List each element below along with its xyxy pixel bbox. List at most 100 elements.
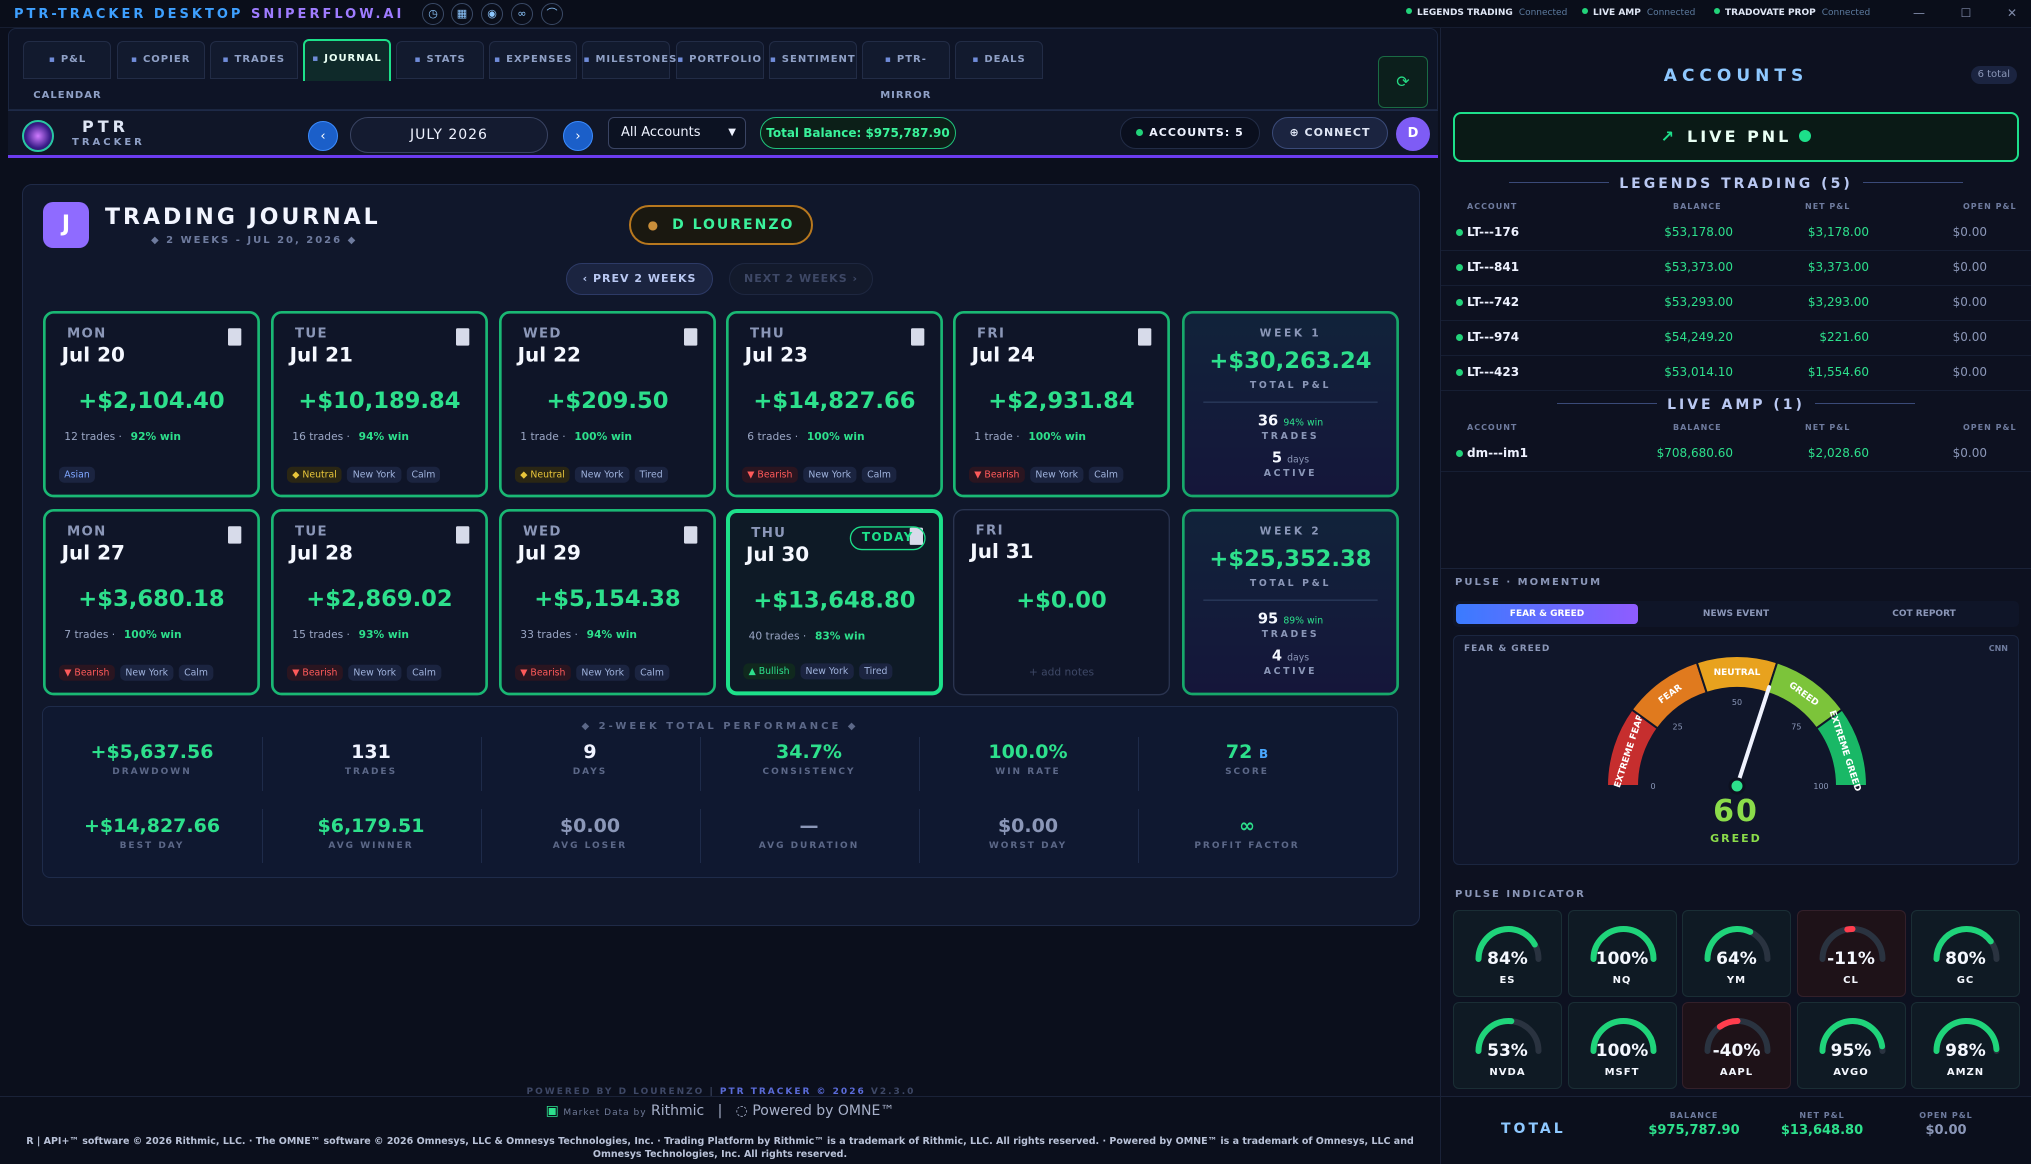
- pulse-indicator-amzn[interactable]: 98% AMZN: [1911, 1002, 2020, 1089]
- day-card[interactable]: MON Jul 20 +$2,104.40 12 trades · 92% win As…: [43, 311, 260, 498]
- minimize-icon[interactable]: —: [1911, 6, 1927, 22]
- tab-portfolio[interactable]: ▪ PORTFOLIO: [675, 41, 764, 79]
- tab-deals[interactable]: ▪ DEALS: [954, 41, 1043, 79]
- chart-icon[interactable]: ⌒: [541, 3, 563, 25]
- pulse-indicator-nq[interactable]: 100% NQ: [1567, 910, 1677, 997]
- tag-newyork: New York: [120, 664, 174, 681]
- day-card[interactable]: FRI Jul 24 +$2,931.84 1 trade · 100% win ▼ B…: [953, 311, 1170, 498]
- user-pill[interactable]: ● D LOURENZO: [629, 205, 813, 245]
- maximize-icon[interactable]: ☐: [1958, 6, 1974, 22]
- account-row[interactable]: LT---974 $54,249.20 $221.60 $0.00: [1441, 321, 2031, 356]
- accounts-total-row: TOTAL BALANCE $975,787.90 NET P&L $13,648.…: [1441, 1096, 2031, 1164]
- note-icon[interactable]: [684, 328, 698, 346]
- tab-stats[interactable]: ▪ STATS: [396, 41, 485, 79]
- connect-button[interactable]: ⊕ CONNECT: [1272, 117, 1388, 149]
- day-tags: ▼ Bearish New York Calm: [286, 655, 447, 681]
- day-card[interactable]: THU Jul 30 TODAY +$13,648.80 40 trades · 83%…: [726, 509, 943, 696]
- note-icon[interactable]: [684, 526, 698, 544]
- day-card[interactable]: TUE Jul 28 +$2,869.02 15 trades · 93% win ▼ …: [271, 509, 488, 696]
- perf-divider: [700, 737, 701, 791]
- tab-ptr-mirror[interactable]: ▪ PTR-MIRROR: [861, 41, 950, 101]
- week-days: 4 days: [1185, 647, 1397, 664]
- pulse-indicator-avgo[interactable]: 95% AVGO: [1796, 1002, 1906, 1089]
- tab-p-l-calendar[interactable]: ▪ P&L CALENDAR: [23, 41, 112, 101]
- status-dot: [1456, 450, 1463, 457]
- divider: [1862, 182, 1963, 183]
- day-of-week: THU: [751, 526, 787, 541]
- tag-tired: Tired: [858, 663, 893, 680]
- avatar[interactable]: D: [1396, 117, 1430, 151]
- tab-trades[interactable]: ▪ TRADES: [209, 41, 298, 79]
- day-card[interactable]: WED Jul 29 +$5,154.38 33 trades · 94% win ▼ …: [499, 509, 716, 696]
- eye-icon[interactable]: ◉: [481, 3, 503, 25]
- next-month-button[interactable]: ›: [563, 121, 593, 151]
- account-row[interactable]: LT---742 $53,293.00 $3,293.00 $0.00: [1441, 286, 2031, 321]
- indicator-value: 80%: [1945, 949, 1986, 969]
- day-card[interactable]: FRI Jul 31 +$0.00 + add notes: [953, 509, 1170, 696]
- account-net-pnl: $221.60: [1819, 330, 1869, 344]
- pulse-indicator-ym[interactable]: 64% YM: [1682, 910, 1791, 997]
- prev-2-weeks-button[interactable]: ‹ PREV 2 WEEKS: [566, 263, 713, 295]
- pulse-indicator-msft[interactable]: 100% MSFT: [1567, 1002, 1677, 1089]
- total-label: TOTAL: [1501, 1121, 1566, 1137]
- divider: [1557, 403, 1658, 404]
- tab-news-event[interactable]: NEWS EVENT: [1645, 604, 1827, 624]
- link-icon[interactable]: ∞: [511, 3, 533, 25]
- note-icon[interactable]: [1138, 328, 1152, 346]
- account-row[interactable]: LT---176 $53,178.00 $3,178.00 $0.00: [1441, 216, 2031, 251]
- add-notes-link[interactable]: + add notes: [954, 666, 1168, 678]
- tab-journal[interactable]: ▪ JOURNAL: [302, 39, 391, 81]
- account-select[interactable]: All Accounts ▼: [608, 117, 746, 149]
- performance-title: ◆ 2-WEEK TOTAL PERFORMANCE ◆: [581, 721, 859, 732]
- gauge-tick: 25: [1673, 723, 1683, 732]
- perf-value: ∞: [1138, 815, 1356, 837]
- perf-metric: — AVG DURATION: [700, 815, 918, 851]
- week-day-count: 5: [1271, 449, 1283, 467]
- pulse-indicator-gc[interactable]: 80% GC: [1911, 910, 2020, 997]
- tab-cot-report[interactable]: COT REPORT: [1833, 604, 2015, 624]
- note-icon[interactable]: [911, 328, 925, 346]
- column-header-open-p-l: OPEN P&L: [1963, 423, 2017, 432]
- day-card[interactable]: WED Jul 22 +$209.50 1 trade · 100% win ◆ Neu…: [499, 311, 716, 498]
- day-date: Jul 23: [744, 342, 808, 367]
- tab-fear-greed[interactable]: FEAR & GREED: [1456, 604, 1638, 624]
- pulse-indicator-nvda[interactable]: 53% NVDA: [1453, 1002, 1562, 1089]
- account-row[interactable]: LT---841 $53,373.00 $3,373.00 $0.00: [1441, 251, 2031, 286]
- account-row[interactable]: dm---im1 $708,680.60 $2,028.60 $0.00: [1441, 437, 2031, 472]
- day-pnl: +$2,869.02: [306, 586, 453, 613]
- note-icon[interactable]: [228, 526, 242, 544]
- day-card[interactable]: MON Jul 27 +$3,680.18 7 trades · 100% win ▼ …: [43, 509, 260, 696]
- perf-value: $0.00: [481, 815, 699, 837]
- note-icon[interactable]: [456, 328, 470, 346]
- tab-label: SENTIMENT: [781, 54, 856, 65]
- prev-month-button[interactable]: ‹: [308, 121, 338, 151]
- calendar-icon[interactable]: ▦: [451, 3, 473, 25]
- day-of-week: TUE: [294, 524, 328, 540]
- refresh-icon[interactable]: ⟳: [1378, 56, 1428, 108]
- tab-expenses[interactable]: ▪ EXPENSES: [489, 41, 578, 79]
- day-meta: 12 trades · 92% win: [64, 430, 181, 443]
- group-name: LEGENDS TRADING (5): [1619, 176, 1853, 192]
- day-tags: ◆ Neutral New York Calm: [286, 457, 446, 483]
- perf-label: WIN RATE: [995, 767, 1061, 777]
- pulse-indicator-aapl[interactable]: -40% AAPL: [1682, 1002, 1791, 1089]
- day-of-week: WED: [522, 524, 562, 540]
- tab-sentiment[interactable]: ▪ SENTIMENT: [768, 41, 857, 79]
- pulse-indicator-es[interactable]: 84% ES: [1453, 910, 1562, 997]
- tab-copier[interactable]: ▪ COPIER: [116, 41, 205, 79]
- today-badge: TODAY: [849, 526, 926, 551]
- account-row[interactable]: LT---423 $53,014.10 $1,554.60 $0.00: [1441, 356, 2031, 391]
- tab-milestones[interactable]: ▪ MILESTONES: [582, 41, 676, 79]
- day-card[interactable]: TUE Jul 21 +$10,189.84 16 trades · 94% win ◆…: [271, 311, 488, 498]
- day-card[interactable]: THU Jul 23 +$14,827.66 6 trades · 100% win ▼…: [726, 311, 943, 498]
- next-2-weeks-button[interactable]: NEXT 2 WEEKS ›: [729, 263, 873, 295]
- close-icon[interactable]: ✕: [2004, 6, 2020, 22]
- note-icon[interactable]: [228, 328, 242, 346]
- pulse-indicator-cl[interactable]: -11% CL: [1796, 910, 1906, 997]
- day-tags: ▼ Bearish New York Calm: [58, 655, 219, 681]
- tag-neutral: ◆ Neutral: [286, 466, 343, 483]
- clock-icon[interactable]: ◷: [422, 3, 444, 25]
- live-pnl-button[interactable]: ↗ LIVE PNL: [1453, 112, 2019, 162]
- note-icon[interactable]: [456, 526, 470, 544]
- perf-label: CONSISTENCY: [762, 767, 856, 777]
